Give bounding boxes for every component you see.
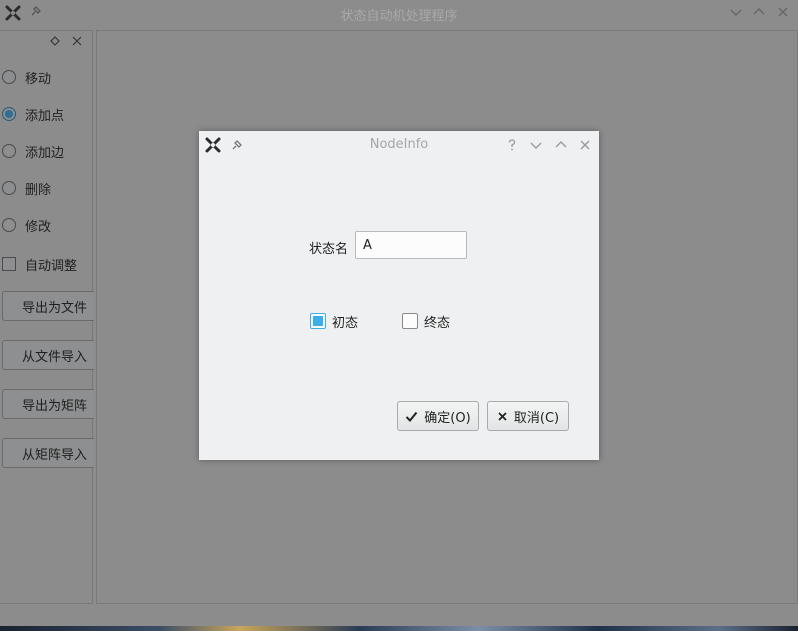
initial-state-checkbox[interactable]: 初态: [310, 312, 359, 331]
window-title: 状态自动机处理程序: [340, 9, 458, 24]
checkbox-label: 终态: [424, 315, 451, 331]
radio-modify[interactable]: 修改: [2, 215, 51, 235]
cancel-x-icon: [498, 411, 507, 421]
import-matrix-button[interactable]: 从矩阵导入: [2, 438, 94, 468]
radio-indicator[interactable]: [2, 181, 16, 195]
cancel-button-label: 取消(C): [513, 410, 560, 426]
checkbox-label: 初态: [332, 315, 359, 331]
close-button[interactable]: [776, 5, 790, 19]
help-icon[interactable]: [505, 138, 519, 152]
checkbox-label: 自动调整: [25, 258, 78, 274]
minimize-button[interactable]: [529, 138, 543, 152]
radio-label: 修改: [25, 219, 52, 235]
export-matrix-button[interactable]: 导出为矩阵: [2, 389, 94, 419]
radio-label: 移动: [25, 71, 52, 87]
auto-adjust-checkbox[interactable]: 自动调整: [2, 254, 77, 274]
import-file-button[interactable]: 从文件导入: [2, 340, 94, 370]
export-file-button[interactable]: 导出为文件: [2, 291, 94, 321]
dock-float-icon[interactable]: [50, 36, 60, 46]
checkbox-indicator[interactable]: [2, 257, 16, 271]
radio-indicator[interactable]: [2, 107, 16, 121]
radio-label: 删除: [25, 182, 52, 198]
radio-delete[interactable]: 删除: [2, 178, 51, 198]
checkbox-indicator[interactable]: [402, 313, 418, 329]
final-state-checkbox[interactable]: 终态: [402, 312, 451, 331]
radio-indicator[interactable]: [2, 144, 16, 158]
desktop-wallpaper: [0, 626, 798, 631]
radio-add-edge[interactable]: 添加边: [2, 141, 64, 161]
minimize-button[interactable]: [729, 5, 743, 19]
radio-indicator[interactable]: [2, 70, 16, 84]
close-button[interactable]: [578, 138, 592, 152]
state-name-label: 状态名: [309, 242, 349, 257]
radio-label: 添加点: [25, 108, 65, 124]
dock-close-icon[interactable]: [72, 36, 82, 46]
ok-button[interactable]: 确定(O): [397, 401, 479, 431]
radio-move[interactable]: 移动: [2, 67, 51, 87]
cancel-button[interactable]: 取消(C): [487, 401, 569, 431]
state-name-input[interactable]: [355, 231, 467, 259]
maximize-button[interactable]: [554, 138, 568, 152]
main-titlebar[interactable]: 状态自动机处理程序: [0, 0, 798, 26]
radio-label: 添加边: [25, 145, 65, 161]
node-info-dialog: NodeInfo 状态名 初态 终态 确定(O) 取消(C): [199, 131, 599, 460]
checkmark-icon: [406, 411, 418, 422]
ok-button-label: 确定(O): [424, 410, 471, 426]
checkbox-indicator[interactable]: [310, 313, 326, 329]
radio-add-node[interactable]: 添加点: [2, 104, 64, 124]
maximize-button[interactable]: [752, 5, 766, 19]
radio-indicator[interactable]: [2, 218, 16, 232]
